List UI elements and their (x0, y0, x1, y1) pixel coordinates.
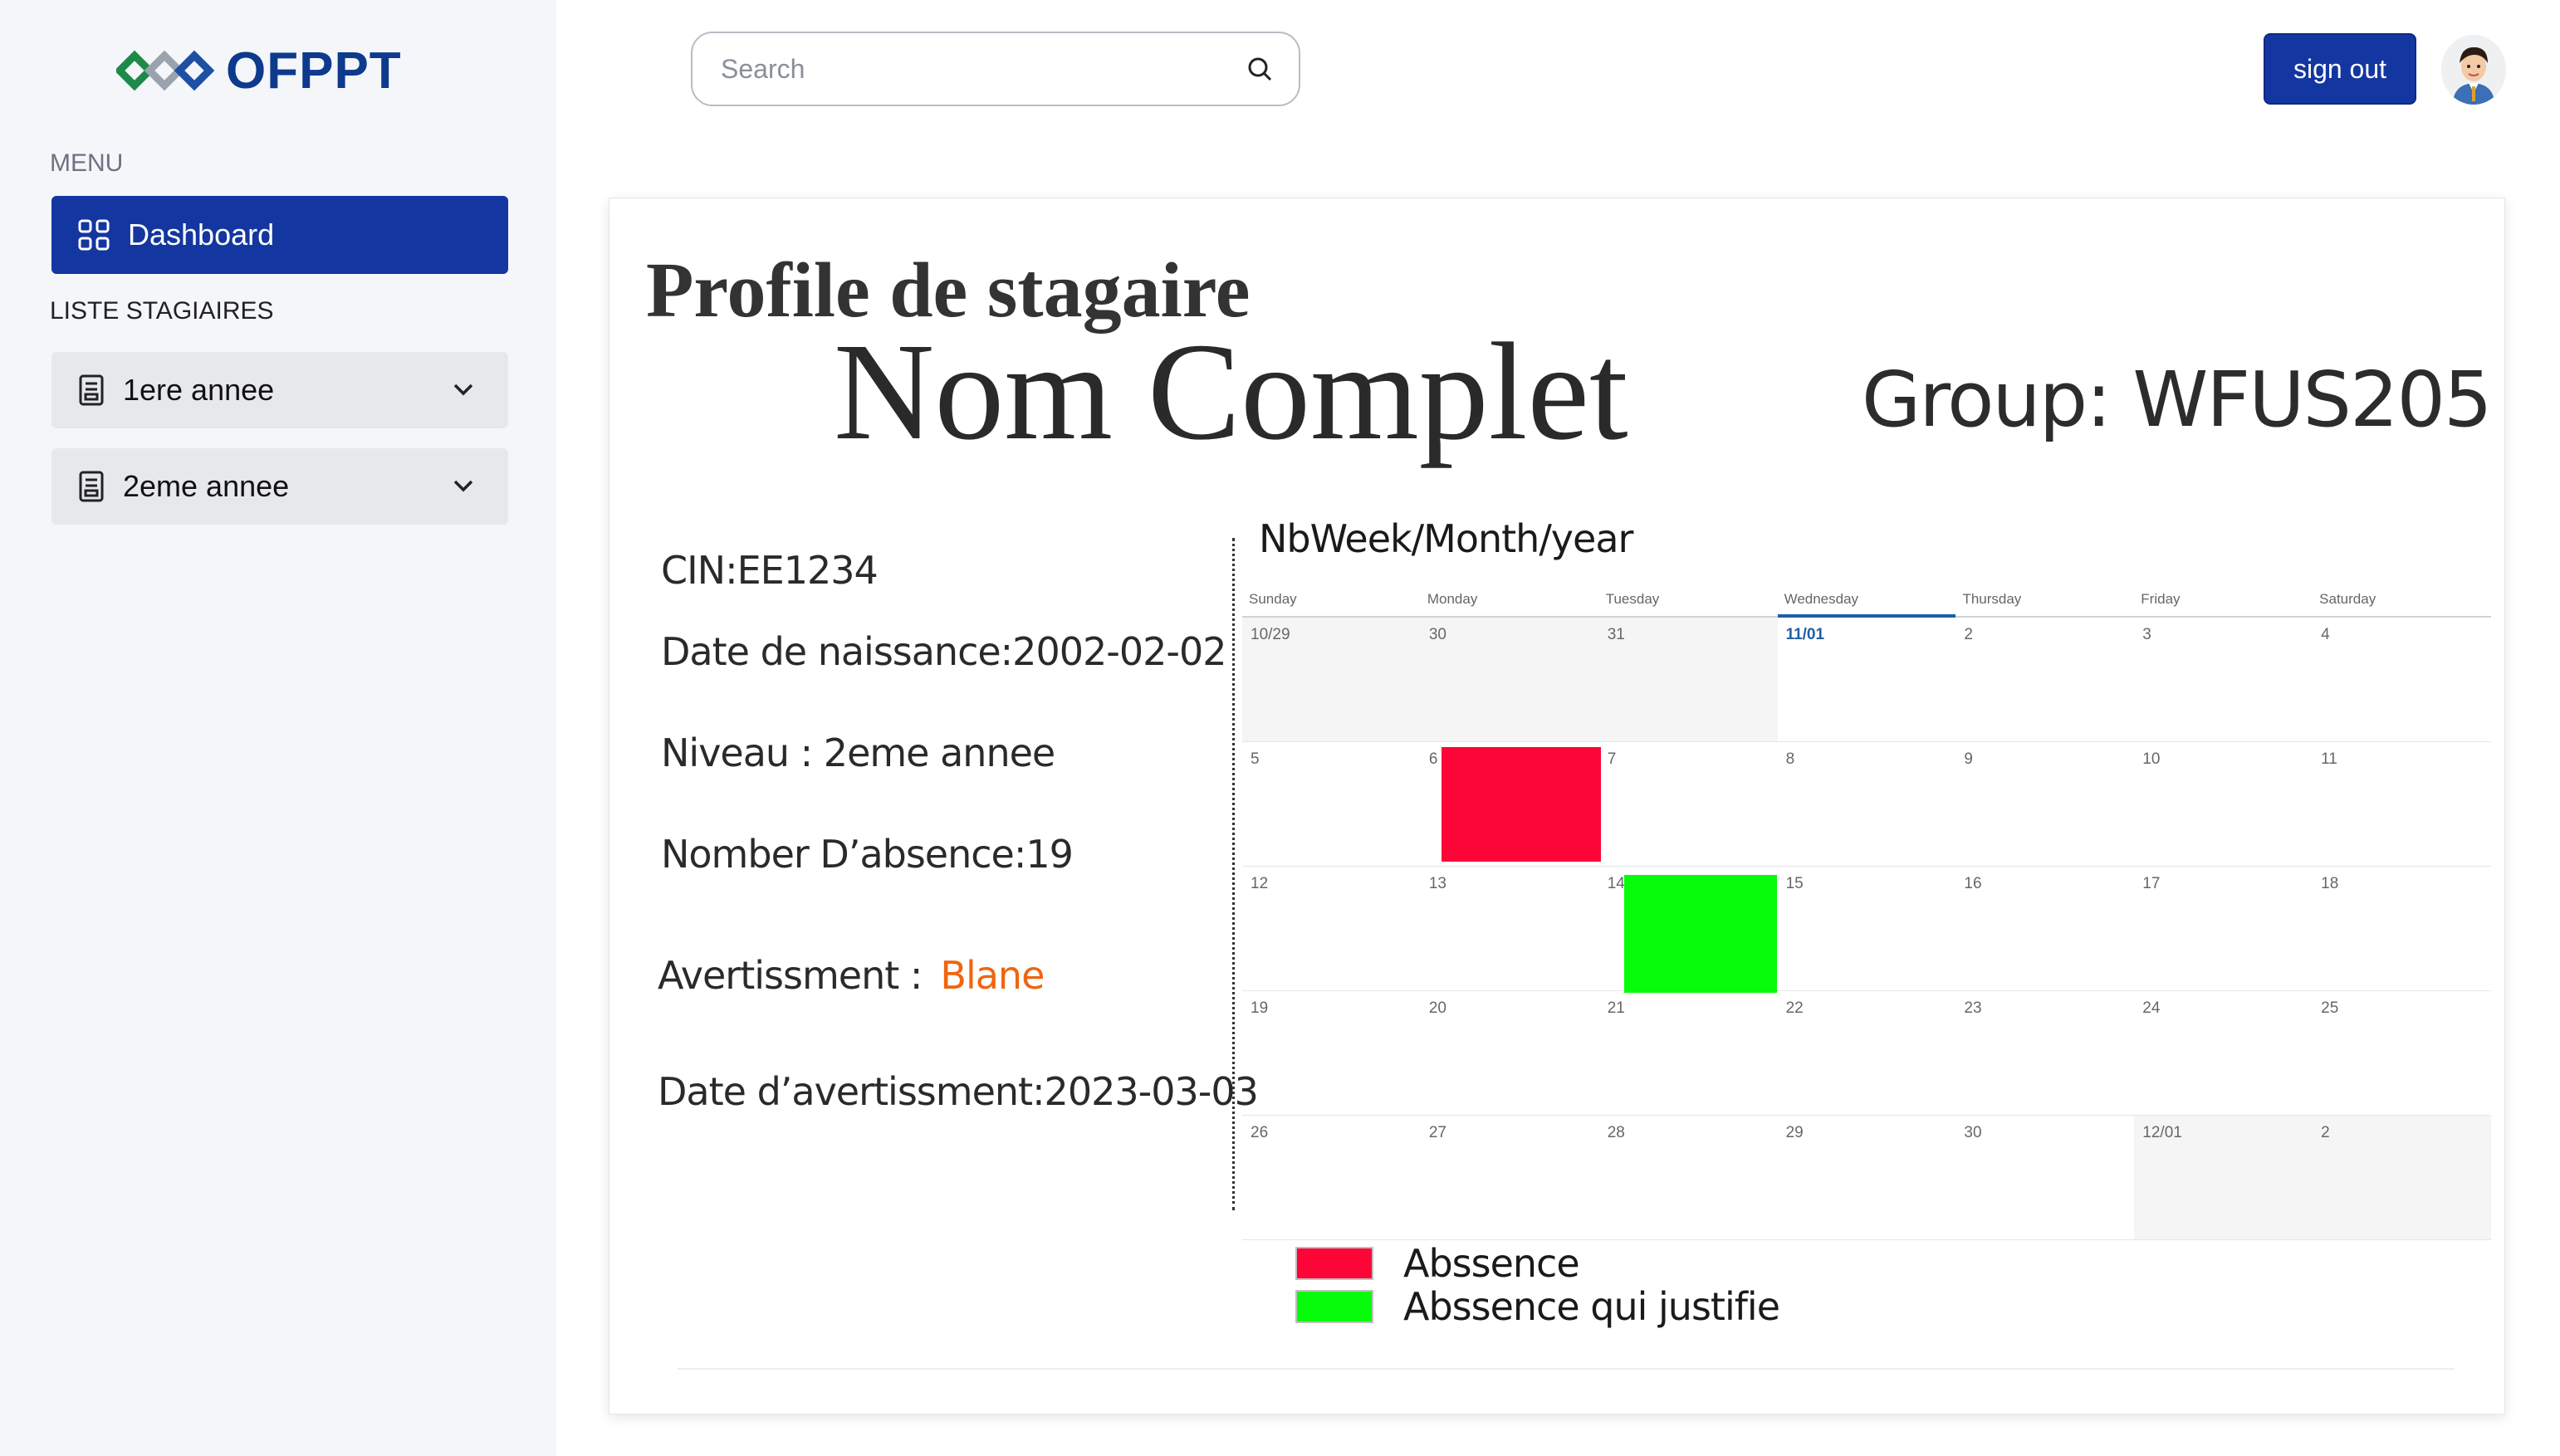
calendar-day[interactable]: 2 (2313, 1116, 2491, 1240)
grid-icon (78, 219, 110, 251)
chevron-down-icon[interactable] (438, 374, 488, 407)
calendar-day[interactable]: 22 (1777, 991, 1956, 1116)
calendar-day[interactable]: 20 (1420, 991, 1599, 1116)
calendar-day[interactable]: 21 (1598, 991, 1778, 1116)
logo-mark-icon (116, 50, 215, 91)
calendar-day-today[interactable]: 11/01 (1777, 618, 1956, 742)
calendar-day[interactable]: 7 (1598, 742, 1778, 867)
calendar-day[interactable]: 12/01 (2134, 1116, 2313, 1240)
calendar-day[interactable]: 28 (1598, 1116, 1778, 1240)
calendar-grid: 10/29 30 31 11/01 2 3 4 5 6 7 8 9 10 11 … (1242, 618, 2491, 1240)
calendar-day[interactable]: 10 (2134, 742, 2313, 867)
weekday-monday: Monday (1427, 591, 1478, 607)
user-avatar-icon (2441, 35, 2506, 105)
full-name: Nom Complet (834, 315, 1628, 469)
dashboard-label: Dashboard (128, 217, 275, 252)
calendar-day[interactable]: 17 (2134, 867, 2313, 991)
warning-field: Avertissment : Blane (658, 953, 1045, 998)
absence-count-field: Nomber D’absence:19 (661, 832, 1074, 877)
weekday-thursday: Thursday (1962, 591, 2022, 607)
calendar-day[interactable]: 3 (2134, 618, 2313, 742)
warning-label: Avertissment : (658, 953, 923, 998)
search-icon[interactable] (1246, 55, 1274, 83)
calendar: Sunday Monday Tuesday Wednesday Thursday… (1242, 579, 2491, 1240)
sign-out-button[interactable]: sign out (2264, 33, 2416, 105)
calendar-day[interactable]: 2 (1955, 618, 2135, 742)
calendar-day[interactable]: 30 (1955, 1116, 2135, 1240)
calendar-day[interactable]: 27 (1420, 1116, 1599, 1240)
warning-value: Blane (940, 953, 1045, 998)
document-icon (79, 374, 104, 406)
calendar-day[interactable]: 5 (1242, 742, 1421, 867)
vertical-divider (1232, 538, 1235, 1210)
legend-label: Abssence qui justifie (1403, 1284, 1780, 1329)
sidebar: OFPPT MENU Dashboard LISTE STAGIAIRES 1e… (0, 0, 556, 1456)
ofppt-logo[interactable]: OFPPT (116, 33, 402, 108)
calendar-day[interactable]: 13 (1420, 867, 1599, 991)
calendar-day[interactable]: 8 (1777, 742, 1956, 867)
weekday-friday: Friday (2141, 591, 2181, 607)
weekday-wednesday: Wednesday (1777, 579, 1956, 618)
avatar[interactable] (2441, 35, 2506, 105)
liste-stagiaires-label: LISTE STAGIAIRES (50, 297, 274, 325)
calendar-legend: Abssence Abssence qui justifie (1295, 1241, 1780, 1329)
search-bar[interactable] (691, 32, 1300, 106)
calendar-day[interactable]: 9 (1955, 742, 2135, 867)
calendar-day[interactable]: 23 (1955, 991, 2135, 1116)
legend-item-absence: Abssence (1295, 1241, 1779, 1286)
menu-label: MENU (50, 149, 124, 177)
weekday-saturday: Saturday (2319, 591, 2376, 607)
calendar-day[interactable]: 24 (2134, 991, 2313, 1116)
weekday-tuesday: Tuesday (1605, 591, 1660, 607)
absence-swatch (1295, 1247, 1373, 1280)
sidebar-item-label: 2eme annee (123, 469, 290, 503)
niveau-field: Niveau : 2eme annee (661, 730, 1055, 775)
brand-name: OFPPT (226, 42, 402, 100)
sidebar-item-label: 1ere annee (123, 373, 275, 407)
divider (678, 1368, 2455, 1370)
legend-label: Abssence (1403, 1241, 1580, 1286)
calendar-day[interactable]: 31 (1598, 618, 1778, 742)
calendar-day[interactable]: 12 (1242, 867, 1421, 991)
calendar-day[interactable]: 30 (1420, 618, 1599, 742)
warning-date-field: Date d’avertissment:2023-03-03 (658, 1069, 1259, 1114)
legend-item-justified: Abssence qui justifie (1295, 1284, 1780, 1329)
calendar-day[interactable]: 18 (2313, 867, 2491, 991)
calendar-day[interactable]: 11 (2313, 742, 2491, 867)
sidebar-item-2eme-annee[interactable]: 2eme annee (51, 448, 508, 525)
absence-marker[interactable] (1442, 747, 1601, 862)
calendar-day[interactable]: 26 (1242, 1116, 1421, 1240)
group-label: Group: WFUS205 (1862, 355, 2493, 444)
cin-field: CIN:EE1234 (661, 548, 879, 593)
calendar-day[interactable]: 19 (1242, 991, 1421, 1116)
sidebar-item-dashboard[interactable]: Dashboard (51, 196, 508, 274)
calendar-day[interactable]: 29 (1777, 1116, 1956, 1240)
justified-absence-marker[interactable] (1624, 875, 1777, 993)
calendar-weekday-header: Sunday Monday Tuesday Wednesday Thursday… (1242, 579, 2491, 618)
birth-date-field: Date de naissance:2002-02-02 (661, 629, 1227, 674)
calendar-day[interactable]: 15 (1777, 867, 1956, 991)
calendar-day[interactable]: 10/29 (1242, 618, 1421, 742)
document-icon (79, 471, 104, 502)
search-input[interactable] (721, 53, 1246, 85)
calendar-day[interactable]: 16 (1955, 867, 2135, 991)
calendar-day[interactable]: 4 (2313, 618, 2491, 742)
justified-swatch (1295, 1290, 1373, 1323)
chevron-down-icon[interactable] (438, 470, 488, 503)
calendar-title: NbWeek/Month/year (1259, 516, 1633, 561)
sidebar-item-1ere-annee[interactable]: 1ere annee (51, 352, 508, 428)
weekday-sunday: Sunday (1249, 591, 1297, 607)
calendar-day[interactable]: 25 (2313, 991, 2491, 1116)
